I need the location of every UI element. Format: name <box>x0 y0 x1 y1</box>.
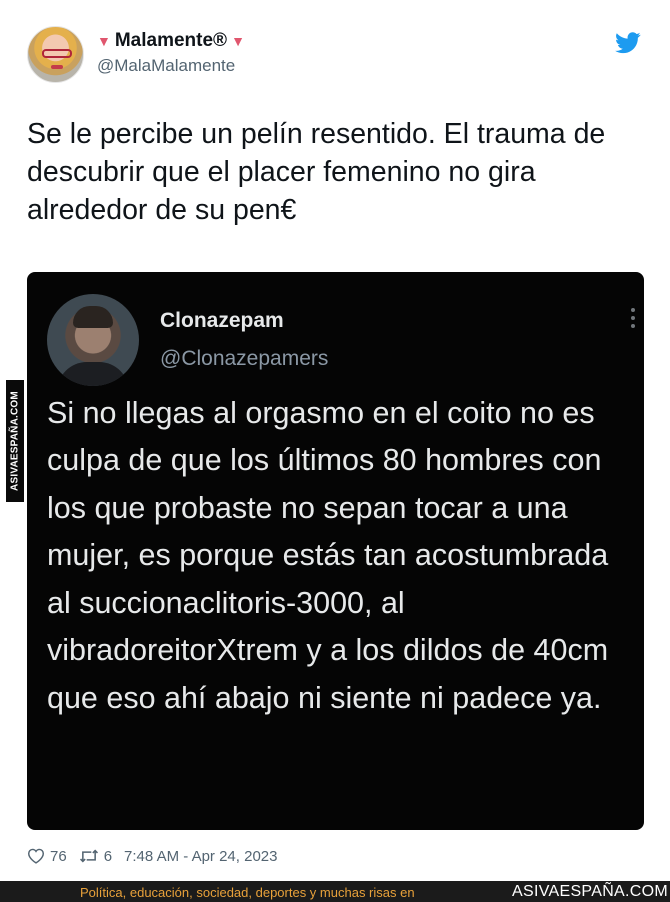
avatar-glasses <box>42 49 72 58</box>
quoted-text: Si no llegas al orgasmo en el coito no e… <box>47 396 609 715</box>
tweet-meta: 76 6 7:48 AM - Apr 24, 2023 <box>27 845 289 867</box>
retweet-count: 6 <box>103 847 113 865</box>
footer-slogan: Política, educación, sociedad, deportes … <box>80 885 415 900</box>
watermark-text: ASIVAESPAÑA.COM <box>9 391 21 491</box>
site-footer: Política, educación, sociedad, deportes … <box>0 881 670 902</box>
side-watermark: ASIVAESPAÑA.COM <box>6 380 24 502</box>
name-prefix-triangle: ▼ <box>97 33 111 49</box>
like-button[interactable]: 76 <box>27 848 67 865</box>
more-dots-icon <box>626 308 640 332</box>
timestamp-text: 7:48 AM - Apr 24, 2023 <box>124 847 278 865</box>
name-suffix-triangle: ▼ <box>231 33 245 49</box>
footer-brand[interactable]: ASIVAESPAÑA.COM <box>512 883 668 901</box>
quoted-tweet-image[interactable]: Clonazepam @Clonazepamers Si no llegas a… <box>27 272 644 830</box>
avatar-shoulders <box>57 362 129 386</box>
retweet-icon <box>79 849 98 863</box>
quoted-display-name: Clonazepam <box>160 309 284 332</box>
avatar-hair <box>73 306 113 328</box>
author-name-row[interactable]: ▼ Malamente® ▼ <box>97 29 245 53</box>
author-handle[interactable]: @MalaMalamente <box>97 56 235 76</box>
quoted-handle: @Clonazepamers <box>160 347 329 370</box>
heart-icon <box>27 848 45 864</box>
tweet-header: ▼ Malamente® ▼ @MalaMalamente <box>27 26 647 86</box>
tweet-text: Se le percibe un pelín resentido. El tra… <box>27 118 606 227</box>
like-count: 76 <box>50 847 67 865</box>
tweet-timestamp[interactable]: 7:48 AM - Apr 24, 2023 <box>124 848 277 865</box>
author-avatar[interactable] <box>27 26 84 83</box>
twitter-bird-icon[interactable] <box>615 32 641 54</box>
retweet-button[interactable]: 6 <box>79 848 112 865</box>
author-display-name[interactable]: Malamente® <box>115 30 227 52</box>
quoted-author-avatar <box>47 294 139 386</box>
avatar-lips <box>51 65 63 69</box>
